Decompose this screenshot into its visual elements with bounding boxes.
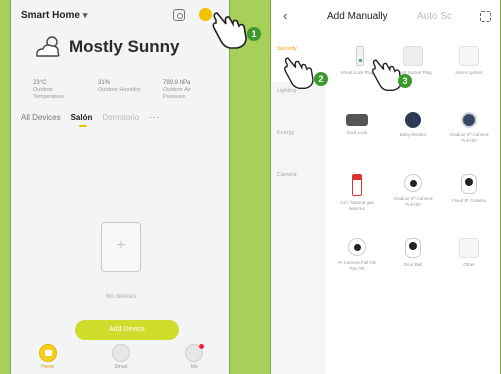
back-icon[interactable]: ‹ [283, 8, 287, 23]
weather-stat: 789.9 hPa Outdoor Air Pressure [163, 80, 191, 100]
nav-home-label: Home [40, 364, 55, 370]
device-item[interactable]: Other [441, 232, 497, 292]
baby-monitor-icon [405, 112, 421, 128]
socket-icon [403, 46, 423, 66]
device-name: Door Lock [346, 130, 368, 135]
device-item[interactable]: Door Lock [329, 104, 385, 164]
camera-icon[interactable] [173, 9, 185, 21]
ip-camera-icon [404, 174, 422, 192]
tab-salon[interactable]: Salón [71, 113, 92, 127]
gas-detector-icon [352, 174, 362, 196]
category-sidebar: Security Lighting Energy Camera [271, 40, 326, 374]
nav-smart[interactable]: Smart [111, 344, 130, 370]
outdoor-camera-icon [461, 112, 477, 128]
device-name: Outdoor IP Camera Full HD [393, 196, 433, 207]
device-name: Smart Socket Plug [394, 70, 432, 75]
device-name: Fixed IP Camera [452, 198, 486, 203]
device-item[interactable]: CO / Natural gas detector [329, 168, 385, 228]
device-grid: Smart Lock Plug Smart Socket Plug Alarm sy… [329, 40, 500, 292]
add-device-icon[interactable] [199, 8, 212, 21]
home-screen: Smart Home ▾ Mostly Sunny 23°C Outdoor Tem… [10, 0, 230, 374]
device-name: Smart Lock Plug [340, 70, 374, 75]
door-lock-icon [346, 114, 368, 126]
nav-me[interactable]: Me [185, 344, 205, 370]
more-tabs-button[interactable]: ··· [149, 113, 160, 122]
notification-dot [199, 344, 205, 349]
nav-me-label: Me [190, 364, 198, 370]
weather-stat: 31% Outdoor Humidity [98, 80, 141, 93]
step-badge-1: 1 [247, 27, 261, 41]
home-selector[interactable]: Smart Home ▾ [21, 10, 141, 26]
room-tabs: All Devices Salón Dormitorio ··· [21, 113, 221, 127]
nav-home[interactable]: Home [38, 344, 57, 370]
fixed-camera-icon [461, 174, 477, 194]
step-badge-3: 3 [398, 74, 412, 88]
alarm-icon [459, 46, 479, 66]
device-item[interactable]: IP Camera Full HD Pan Tilt [329, 232, 385, 292]
weather-stat: 23°C Outdoor Temperature [33, 80, 64, 100]
tab-dormitorio[interactable]: Dormitorio [102, 113, 139, 122]
tab-add-manually[interactable]: Add Manually [327, 11, 388, 22]
category-energy[interactable]: Energy [271, 124, 326, 166]
bottom-nav: Home Smart Me [11, 340, 229, 374]
plug-icon [356, 46, 364, 66]
tab-all-devices[interactable]: All Devices [21, 113, 61, 122]
empty-state-text: No devices [106, 294, 136, 300]
device-item[interactable]: Baby Monitor [385, 104, 441, 164]
device-item[interactable]: Smart Socket Plug [385, 40, 441, 100]
device-name: CO / Natural gas detector [340, 200, 374, 211]
step-badge-2: 2 [314, 72, 328, 86]
empty-state-icon [101, 222, 141, 272]
device-item[interactable]: Smart Lock Plug [329, 40, 385, 100]
category-camera[interactable]: Camera [271, 166, 326, 208]
device-item[interactable]: Door Bell [385, 232, 441, 292]
device-name: Other [463, 262, 475, 267]
nav-smart-label: Smart [114, 364, 128, 370]
home-icon [38, 344, 57, 362]
device-item[interactable]: Outdoor IP Camera Full HD [385, 168, 441, 228]
device-item[interactable]: Outdoor IP Camera Full HD [441, 104, 497, 164]
chevron-down-icon: ▾ [82, 10, 88, 20]
top-bar: ‹ Add Manually Auto Sc [271, 8, 500, 25]
weather-title: Mostly Sunny [69, 37, 180, 56]
device-name: Baby Monitor [399, 132, 427, 137]
tab-auto-scan[interactable]: Auto Sc [417, 11, 452, 22]
device-item[interactable]: Alarm system [441, 40, 497, 100]
scan-icon[interactable] [480, 11, 491, 22]
device-name: Door Bell [403, 262, 423, 267]
smart-icon [111, 344, 130, 362]
weather-widget: Mostly Sunny [33, 34, 180, 60]
other-device-icon [459, 238, 479, 258]
profile-icon [185, 344, 205, 362]
add-device-button[interactable]: Add Device [75, 320, 179, 340]
partly-sunny-icon [36, 36, 60, 57]
device-item[interactable]: Fixed IP Camera [441, 168, 497, 228]
category-lighting[interactable]: Lighting [271, 82, 326, 124]
doorbell-icon [405, 238, 421, 258]
weather-stats: 23°C Outdoor Temperature 31% Outdoor Humid… [33, 80, 213, 101]
device-name: IP Camera Full HD Pan Tilt [338, 260, 376, 271]
home-title: Smart Home [21, 10, 80, 21]
device-name: Alarm system [455, 70, 483, 75]
device-name: Outdoor IP Camera Full HD [449, 132, 489, 143]
add-device-screen: ‹ Add Manually Auto Sc Security Lighting… [270, 0, 501, 374]
pan-tilt-camera-icon [348, 238, 366, 256]
